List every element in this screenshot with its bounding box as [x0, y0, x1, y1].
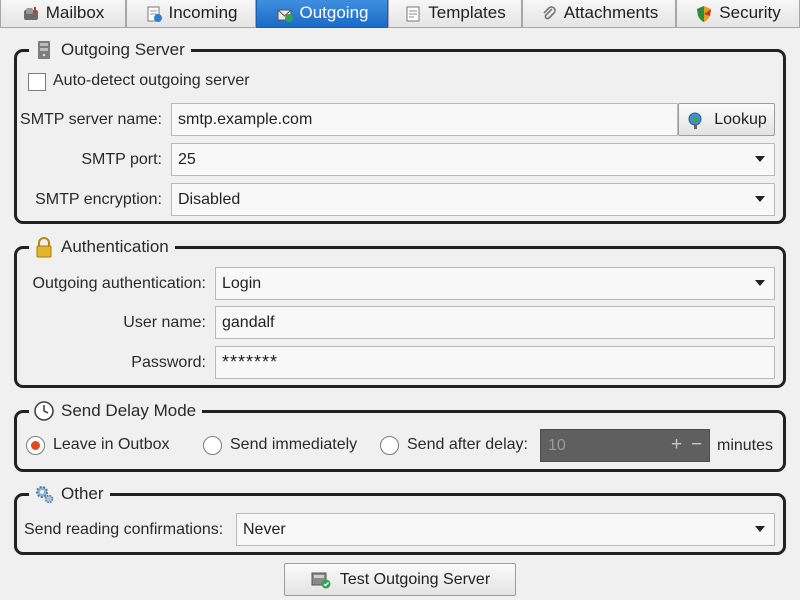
- server-icon: [38, 41, 50, 59]
- smtp-server-input[interactable]: smtp.example.com: [171, 103, 678, 136]
- password-label: Password:: [131, 354, 206, 371]
- clock-icon: [34, 401, 54, 421]
- tab-label: Outgoing: [299, 2, 369, 22]
- outgoing-icon: [277, 9, 293, 22]
- minutes-label: minutes: [717, 437, 774, 454]
- templates-icon: [406, 6, 420, 21]
- lock-icon: [36, 237, 52, 258]
- chevron-down-icon: [755, 280, 765, 286]
- send-immediately-radio[interactable]: [203, 436, 222, 455]
- chevron-down-icon: [755, 156, 765, 162]
- delay-minutes-spinner[interactable]: 10 + −: [540, 429, 710, 462]
- authentication-title: Authentication: [61, 237, 169, 256]
- chevron-down-icon: [755, 196, 765, 202]
- lookup-label: Lookup: [714, 110, 767, 128]
- tab-label: Attachments: [563, 2, 659, 22]
- authentication-legend: Authentication: [29, 234, 175, 260]
- tab-label: Mailbox: [45, 2, 105, 22]
- smtp-server-label: SMTP server name:: [20, 111, 162, 128]
- outgoing-server-title: Outgoing Server: [61, 40, 185, 59]
- smtp-port-label: SMTP port:: [81, 151, 162, 168]
- reading-confirmations-value: Never: [243, 520, 286, 538]
- delay-minutes-value: 10: [548, 436, 566, 454]
- test-outgoing-server-button[interactable]: Test Outgoing Server: [284, 563, 516, 596]
- auto-detect-checkbox[interactable]: [28, 73, 46, 91]
- auth-method-label: Outgoing authentication:: [32, 275, 206, 292]
- outgoing-server-legend: Outgoing Server: [29, 37, 191, 63]
- tab-label: Templates: [428, 2, 506, 22]
- auto-detect-label: Auto-detect outgoing server: [53, 72, 250, 89]
- smtp-server-value: smtp.example.com: [178, 110, 313, 128]
- username-value: gandalf: [222, 313, 275, 331]
- smtp-encryption-label: SMTP encryption:: [35, 191, 162, 208]
- tab-bar: Mailbox Incoming Outgoing Templates Atta…: [0, 0, 800, 28]
- mailbox-icon: [23, 6, 38, 20]
- send-delay-legend: Send Delay Mode: [29, 398, 203, 424]
- reading-confirmations-select[interactable]: Never: [236, 513, 775, 546]
- smtp-encryption-select[interactable]: Disabled: [171, 183, 775, 216]
- smtp-port-value: 25: [178, 150, 196, 168]
- auth-method-value: Login: [222, 274, 262, 292]
- tab-label: Security: [719, 2, 781, 22]
- username-input[interactable]: gandalf: [215, 306, 775, 339]
- password-input[interactable]: *******: [215, 346, 775, 379]
- tab-mailbox[interactable]: Mailbox: [0, 0, 126, 28]
- tab-attachments[interactable]: Attachments: [522, 0, 676, 28]
- lookup-button[interactable]: Lookup: [678, 103, 775, 136]
- other-legend: Other: [29, 481, 110, 507]
- send-after-delay-radio[interactable]: [380, 436, 399, 455]
- globe-search-icon: [688, 112, 702, 129]
- chevron-down-icon: [755, 526, 765, 532]
- leave-in-outbox-radio[interactable]: [26, 436, 45, 455]
- test-outgoing-server-label: Test Outgoing Server: [339, 570, 491, 588]
- leave-in-outbox-label: Leave in Outbox: [53, 436, 170, 453]
- username-label: User name:: [123, 314, 206, 331]
- gears-icon: [36, 486, 54, 504]
- shield-icon: [697, 5, 712, 22]
- smtp-encryption-value: Disabled: [178, 190, 241, 208]
- tab-outgoing[interactable]: Outgoing: [256, 0, 388, 28]
- auth-method-select[interactable]: Login: [215, 267, 775, 300]
- tab-templates[interactable]: Templates: [388, 0, 522, 28]
- tab-label: Incoming: [168, 2, 238, 22]
- reading-confirmations-label: Send reading confirmations:: [24, 521, 224, 538]
- test-server-icon: [311, 572, 331, 588]
- password-value: *******: [222, 352, 279, 372]
- send-after-delay-label: Send after delay:: [407, 436, 528, 453]
- tab-security[interactable]: Security: [676, 0, 800, 28]
- smtp-port-select[interactable]: 25: [171, 143, 775, 176]
- incoming-icon: [147, 6, 162, 22]
- send-delay-title: Send Delay Mode: [61, 401, 197, 420]
- decrement-button[interactable]: −: [691, 434, 702, 456]
- increment-button[interactable]: +: [671, 434, 682, 456]
- send-immediately-label: Send immediately: [230, 436, 358, 453]
- other-title: Other: [61, 484, 104, 503]
- paperclip-icon: [543, 5, 556, 19]
- tab-incoming[interactable]: Incoming: [126, 0, 256, 28]
